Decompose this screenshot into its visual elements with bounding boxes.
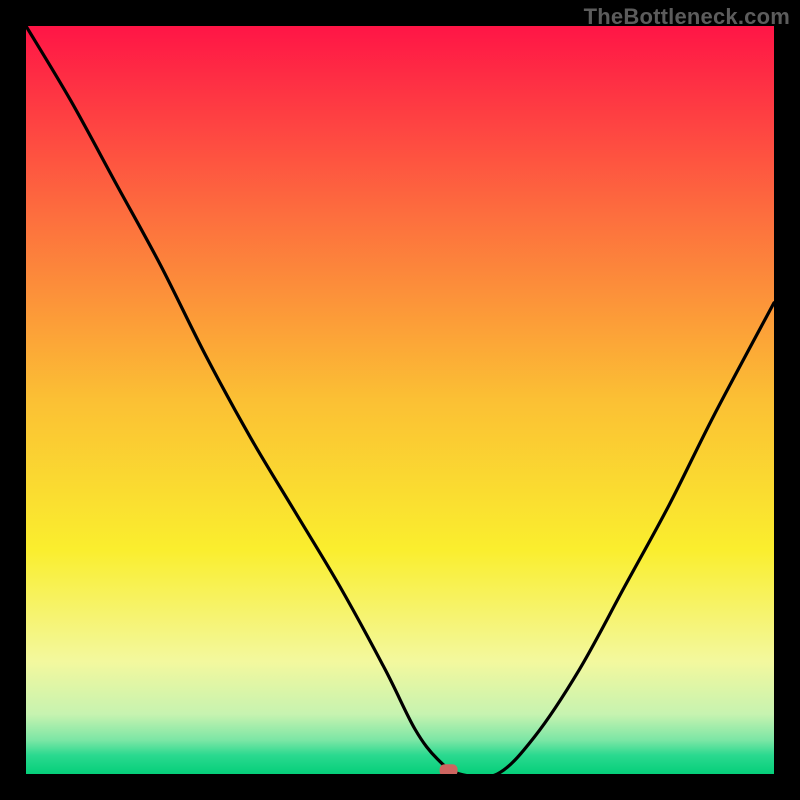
chart-frame: TheBottleneck.com	[0, 0, 800, 800]
optimal-marker	[440, 764, 458, 774]
plot-area	[26, 26, 774, 774]
gradient-background	[26, 26, 774, 774]
chart-svg	[26, 26, 774, 774]
